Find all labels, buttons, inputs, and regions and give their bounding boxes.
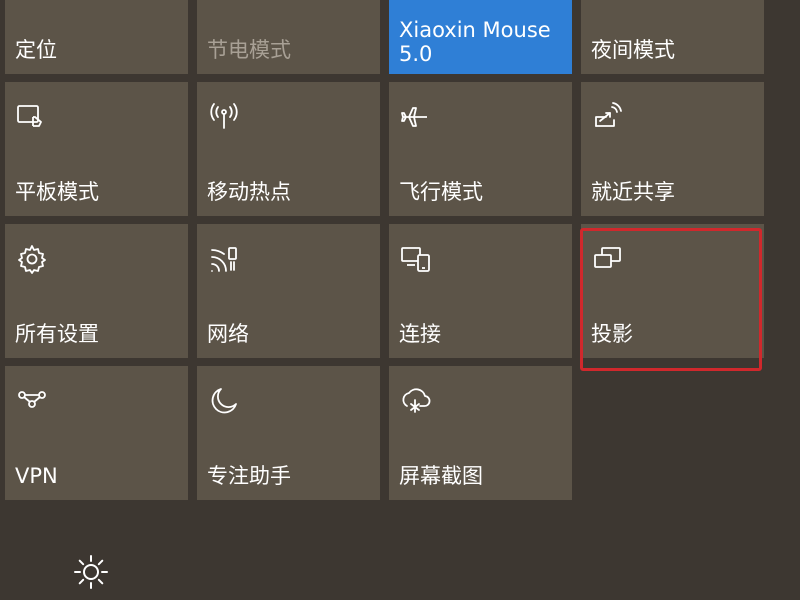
tile-label: 移动热点 bbox=[207, 179, 291, 204]
quick-action-nearby-share[interactable]: 就近共享 bbox=[581, 82, 764, 216]
tile-label: 屏幕截图 bbox=[399, 463, 483, 488]
tablet-mode-icon bbox=[15, 100, 49, 134]
tile-label: 连接 bbox=[399, 321, 441, 346]
tile-label: 定位 bbox=[15, 37, 57, 62]
quick-action-screen-snip[interactable]: 屏幕截图 bbox=[389, 366, 572, 500]
quick-action-battery-saver[interactable]: 节电模式 bbox=[197, 0, 380, 74]
quick-action-all-settings[interactable]: 所有设置 bbox=[5, 224, 188, 358]
airplane-icon bbox=[399, 100, 433, 134]
quick-action-night-light[interactable]: 夜间模式 bbox=[581, 0, 764, 74]
tile-label: 投影 bbox=[591, 321, 633, 346]
tile-label: VPN bbox=[15, 463, 58, 488]
quick-action-airplane-mode[interactable]: 飞行模式 bbox=[389, 82, 572, 216]
settings-gear-icon bbox=[15, 242, 49, 276]
nearby-share-icon bbox=[591, 100, 625, 134]
tile-label: 所有设置 bbox=[15, 321, 99, 346]
quick-action-network[interactable]: 网络 bbox=[197, 224, 380, 358]
network-icon bbox=[207, 242, 241, 276]
tile-label: 就近共享 bbox=[591, 179, 675, 204]
quick-action-project[interactable]: 投影 bbox=[581, 224, 764, 358]
brightness-sun-icon[interactable] bbox=[70, 551, 112, 593]
connect-icon bbox=[399, 242, 433, 276]
tile-label: 网络 bbox=[207, 321, 249, 346]
tile-label: 飞行模式 bbox=[399, 179, 483, 204]
tile-label: 平板模式 bbox=[15, 179, 99, 204]
quick-action-focus-assist[interactable]: 专注助手 bbox=[197, 366, 380, 500]
tile-label: Xiaoxin Mouse 5.0 bbox=[399, 17, 551, 66]
focus-assist-moon-icon bbox=[207, 384, 241, 418]
quick-action-mobile-hotspot[interactable]: 移动热点 bbox=[197, 82, 380, 216]
vpn-icon bbox=[15, 384, 49, 418]
quick-action-connect[interactable]: 连接 bbox=[389, 224, 572, 358]
project-icon bbox=[591, 242, 625, 276]
screen-snip-icon bbox=[399, 384, 433, 418]
quick-action-vpn[interactable]: VPN bbox=[5, 366, 188, 500]
action-center-panel: 定位 节电模式 Xiaoxin Mouse 5.0 夜间模式 平板模式 移动热点… bbox=[0, 0, 800, 600]
mobile-hotspot-icon bbox=[207, 100, 241, 134]
tile-label: 专注助手 bbox=[207, 463, 291, 488]
tile-label: 节电模式 bbox=[207, 37, 291, 62]
quick-action-tablet-mode[interactable]: 平板模式 bbox=[5, 82, 188, 216]
quick-action-location[interactable]: 定位 bbox=[5, 0, 188, 74]
tile-label: 夜间模式 bbox=[591, 37, 675, 62]
quick-action-bluetooth-device[interactable]: Xiaoxin Mouse 5.0 bbox=[389, 0, 572, 74]
